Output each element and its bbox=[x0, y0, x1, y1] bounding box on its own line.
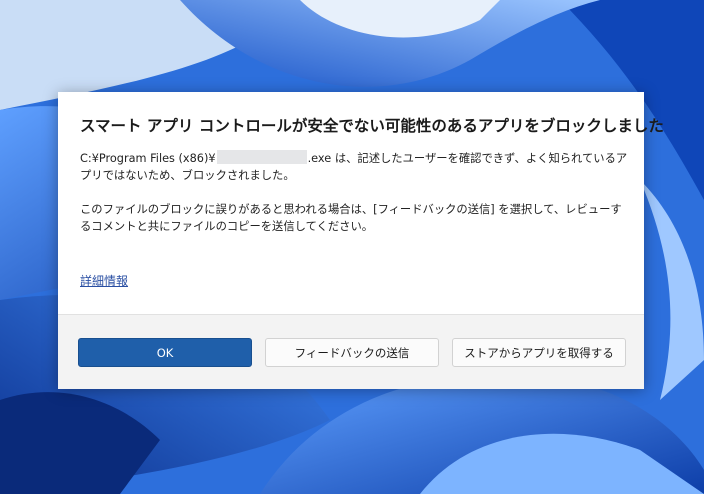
get-app-from-store-button[interactable]: ストアからアプリを取得する bbox=[452, 338, 626, 367]
dialog-button-bar: OK フィードバックの送信 ストアからアプリを取得する bbox=[58, 314, 644, 389]
blocked-app-message: C:¥Program Files (x86)¥ .exe は、記述したユーザーを確… bbox=[80, 150, 632, 184]
dialog-body: C:¥Program Files (x86)¥ .exe は、記述したユーザーを確… bbox=[80, 150, 632, 235]
feedback-instructions: このファイルのブロックに誤りがあると思われる場合は、[フィードバックの送信] を… bbox=[80, 203, 622, 233]
redacted-filename bbox=[216, 150, 307, 164]
more-info-link[interactable]: 詳細情報 bbox=[80, 272, 128, 289]
smart-app-control-dialog: スマート アプリ コントロールが安全でない可能性のあるアプリをブロックしました … bbox=[58, 92, 664, 389]
dialog-title: スマート アプリ コントロールが安全でない可能性のあるアプリをブロックしました bbox=[80, 117, 664, 135]
send-feedback-button[interactable]: フィードバックの送信 bbox=[265, 338, 439, 367]
app-path-prefix: C:¥Program Files (x86)¥ bbox=[80, 152, 216, 165]
ok-button[interactable]: OK bbox=[78, 338, 252, 367]
